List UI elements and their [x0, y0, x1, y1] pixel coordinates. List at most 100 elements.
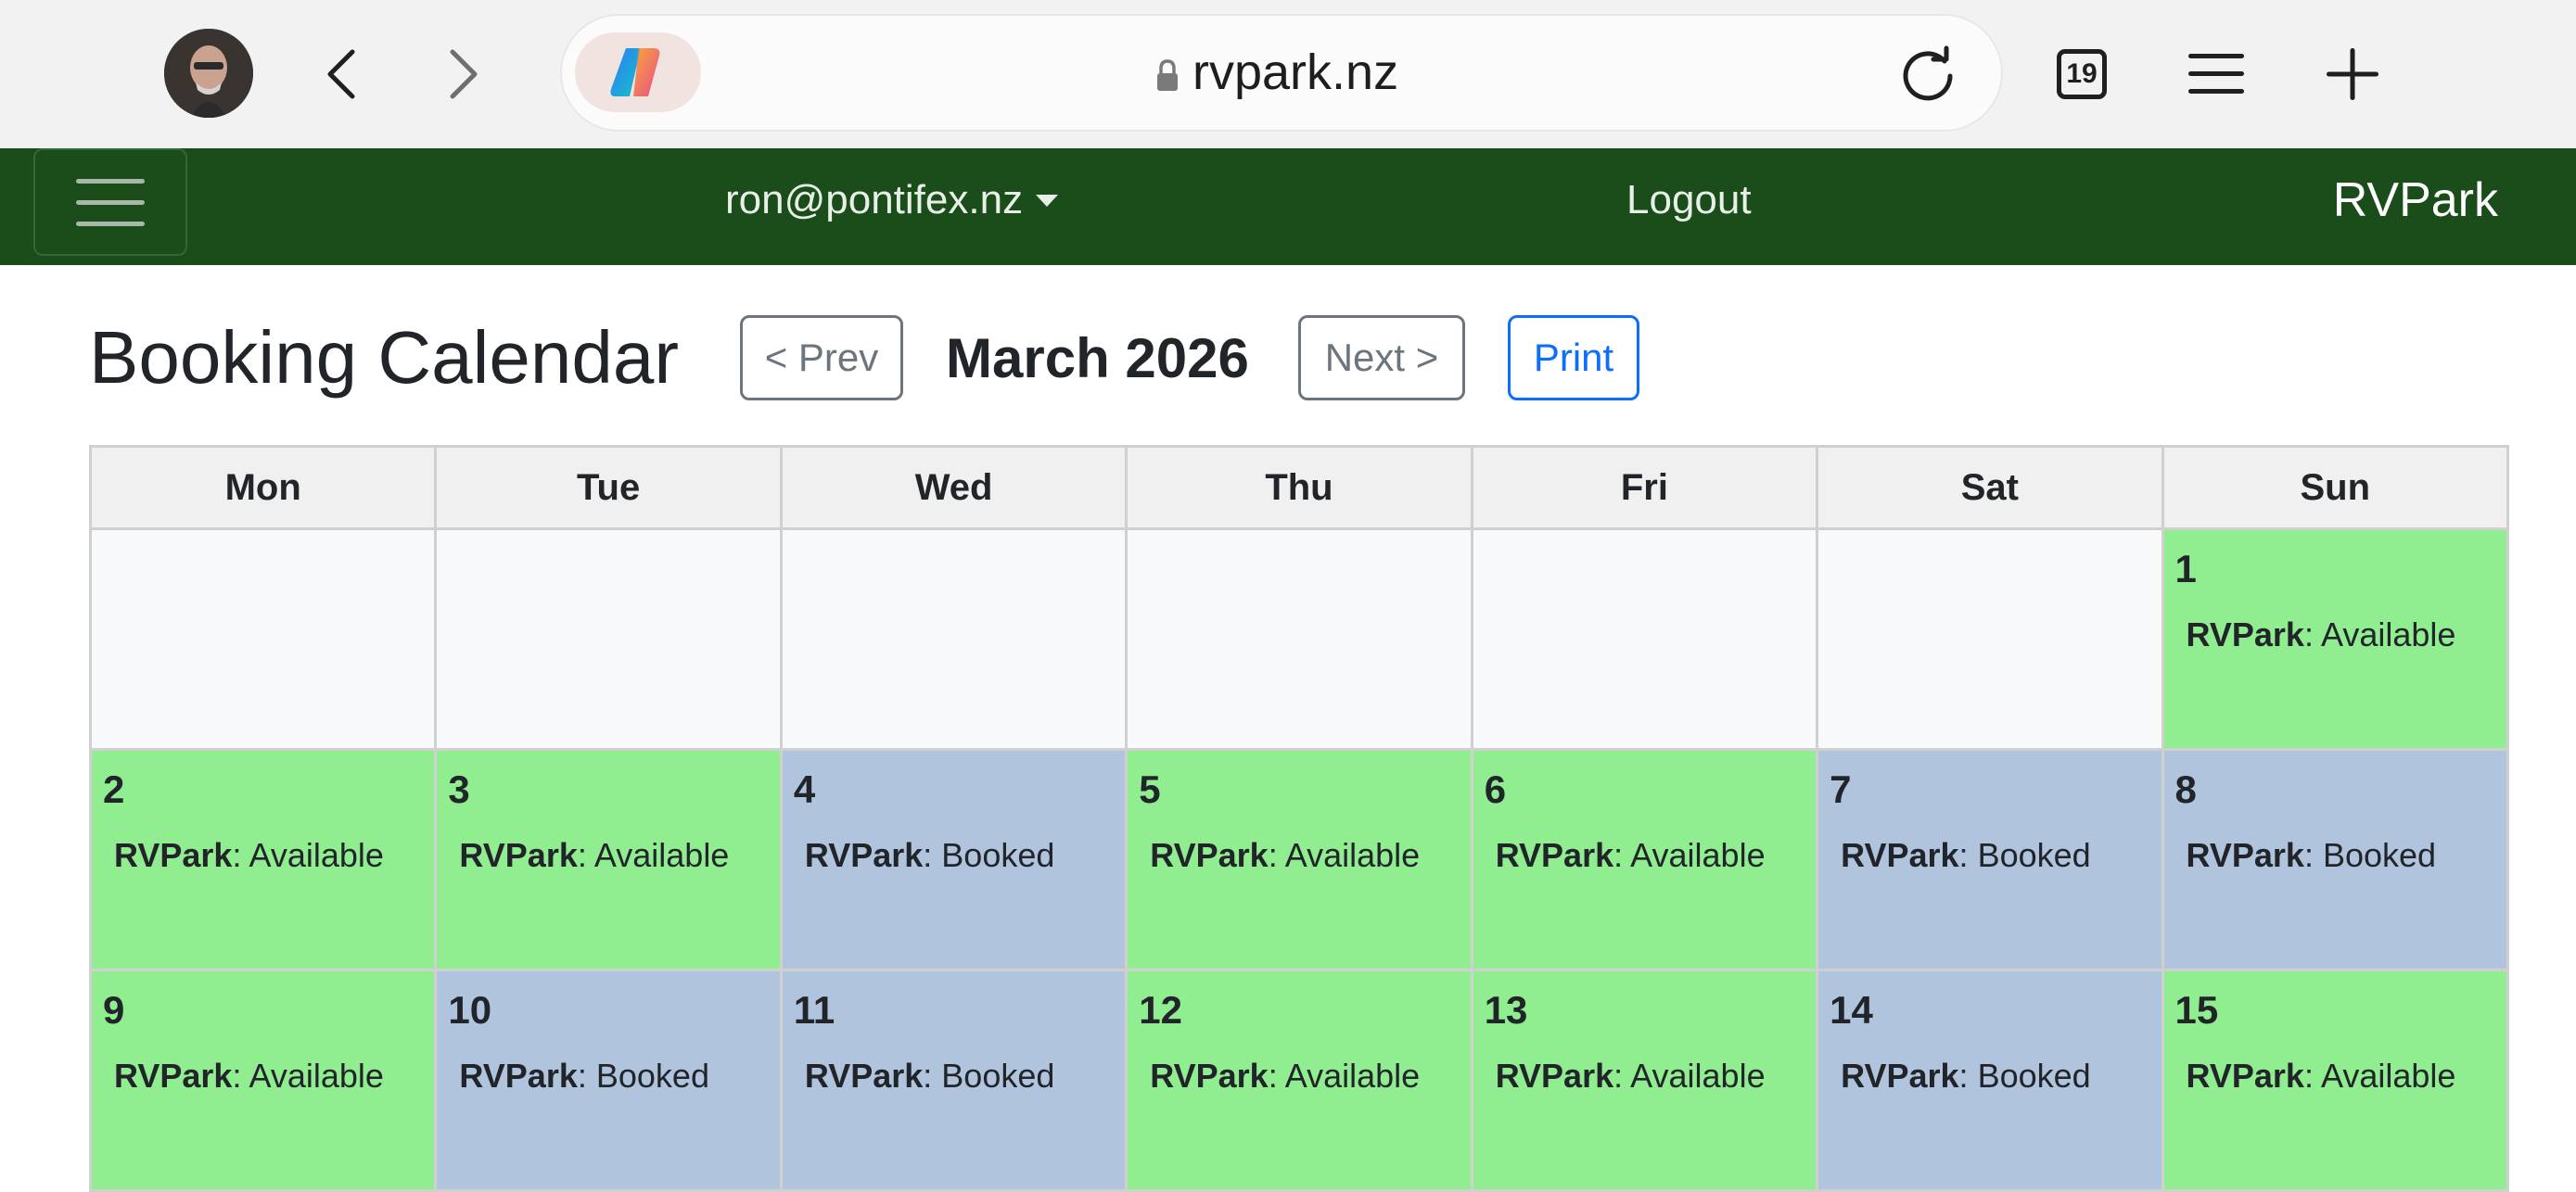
user-dropdown[interactable]: ron@pontifex.nz: [725, 148, 1059, 252]
site-name: RVPark: [1150, 836, 1269, 874]
status-text: Booked: [595, 1057, 709, 1095]
site-name: RVPark: [1495, 836, 1614, 874]
calendar-day-cell[interactable]: 4 RVPark: Booked: [779, 748, 1129, 971]
status-separator: :: [232, 836, 249, 874]
status-separator: :: [232, 1057, 249, 1095]
site-name: RVPark: [804, 1057, 924, 1095]
status-separator: :: [1613, 1057, 1631, 1095]
site-name: RVPark: [1841, 1057, 1959, 1095]
reload-icon: [1903, 45, 1953, 101]
weekday-header: Thu: [1125, 445, 1473, 530]
site-name: RVPark: [1150, 1057, 1269, 1095]
booking-calendar: Mon Tue Wed Thu Fri Sat Sun 1 RVPark: Ava…: [88, 445, 2510, 1192]
calendar-empty-cell: [779, 527, 1129, 751]
status-text: Booked: [941, 836, 1055, 874]
booking-status: RVPark: Available: [1150, 1057, 1420, 1096]
address-bar[interactable]: rvpark.nz: [560, 14, 2003, 132]
booking-status: RVPark: Available: [114, 1057, 384, 1096]
status-text: Available: [593, 836, 730, 874]
browser-menu-button[interactable]: [2187, 46, 2246, 102]
booking-status: RVPark: Booked: [2187, 836, 2437, 875]
status-separator: :: [2303, 1057, 2321, 1095]
calendar-day-cell[interactable]: 10 RVPark: Booked: [434, 969, 783, 1192]
url-text[interactable]: rvpark.nz: [1192, 40, 1398, 105]
day-number: 1: [2174, 547, 2197, 590]
day-number: 2: [103, 767, 125, 811]
status-text: Available: [2321, 615, 2456, 653]
site-navbar: ron@pontifex.nz Logout RVPark: [0, 148, 2576, 265]
brand-link[interactable]: RVPark: [2333, 148, 2498, 252]
day-number: 13: [1484, 988, 1528, 1032]
next-month-button[interactable]: Next >: [1298, 315, 1465, 400]
calendar-day-cell[interactable]: 5 RVPark: Available: [1125, 748, 1473, 971]
day-number: 8: [2174, 767, 2197, 811]
calendar-day-cell[interactable]: 6 RVPark: Available: [1470, 748, 1819, 971]
day-number: 9: [103, 988, 125, 1032]
status-text: Available: [1630, 1057, 1766, 1095]
plus-icon: [2327, 48, 2378, 100]
day-number: 10: [448, 988, 492, 1032]
calendar-day-cell[interactable]: 9 RVPark: Available: [88, 969, 438, 1192]
logout-link[interactable]: Logout: [1626, 148, 1752, 252]
day-number: 15: [2174, 988, 2219, 1032]
calendar-day-cell[interactable]: 11 RVPark: Booked: [779, 969, 1129, 1192]
booking-status: RVPark: Available: [2187, 615, 2456, 654]
calendar-day-cell[interactable]: 1 RVPark: Available: [2161, 527, 2510, 751]
calendar-empty-cell: [1470, 527, 1819, 751]
forward-button[interactable]: [438, 43, 490, 106]
profile-photo-icon: [164, 29, 253, 118]
prev-month-button[interactable]: < Prev: [740, 315, 903, 400]
site-name: RVPark: [2186, 1057, 2304, 1095]
status-text: Booked: [1977, 836, 2091, 874]
booking-status: RVPark: Available: [1496, 836, 1766, 875]
calendar-day-cell[interactable]: 7 RVPark: Booked: [1816, 748, 2164, 971]
tabs-button[interactable]: 19: [2057, 49, 2107, 99]
site-name: RVPark: [2186, 615, 2304, 653]
print-button[interactable]: Print: [1508, 315, 1639, 400]
site-name: RVPark: [804, 836, 924, 874]
calendar-day-cell[interactable]: 15 RVPark: Available: [2161, 969, 2510, 1192]
booking-status: RVPark: Available: [1496, 1057, 1766, 1096]
calendar-day-cell[interactable]: 2 RVPark: Available: [88, 748, 438, 971]
new-tab-button[interactable]: [2323, 44, 2382, 104]
chevron-left-icon: [327, 49, 355, 99]
copilot-logo-icon: [610, 48, 660, 96]
day-number: 6: [1484, 767, 1507, 811]
copilot-button[interactable]: [575, 32, 701, 112]
day-number: 11: [793, 988, 835, 1032]
back-button[interactable]: [315, 43, 367, 106]
day-number: 5: [1139, 767, 1161, 811]
weekday-header: Tue: [434, 445, 783, 530]
weekday-header: Sun: [2161, 445, 2510, 530]
caret-down-icon: [1036, 194, 1059, 207]
calendar-day-cell[interactable]: 13 RVPark: Available: [1470, 969, 1819, 1192]
day-number: 12: [1139, 988, 1182, 1032]
status-text: Available: [1630, 836, 1766, 874]
status-separator: :: [2303, 615, 2321, 653]
booking-status: RVPark: Available: [114, 836, 384, 875]
calendar-day-cell[interactable]: 8 RVPark: Booked: [2161, 748, 2510, 971]
reload-button[interactable]: [1895, 42, 1960, 107]
booking-status: RVPark: Booked: [459, 1057, 709, 1096]
profile-avatar[interactable]: [164, 29, 253, 118]
day-number: 7: [1830, 767, 1852, 811]
booking-status: RVPark: Available: [459, 836, 729, 875]
status-separator: :: [1268, 1057, 1285, 1095]
user-email: ron@pontifex.nz: [725, 177, 1024, 222]
hamburger-menu-icon: [2188, 54, 2244, 94]
calendar-day-cell[interactable]: 3 RVPark: Available: [434, 748, 783, 971]
calendar-empty-cell: [88, 527, 438, 751]
status-separator: :: [923, 836, 942, 874]
booking-status: RVPark: Booked: [1841, 836, 2091, 875]
chevron-right-icon: [450, 49, 478, 99]
calendar-day-cell[interactable]: 12 RVPark: Available: [1125, 969, 1473, 1192]
navbar-toggle-button[interactable]: [33, 148, 187, 256]
booking-status: RVPark: Available: [1150, 836, 1420, 875]
calendar-empty-cell: [1816, 527, 2164, 751]
status-text: Available: [1284, 836, 1421, 874]
hamburger-line-icon: [76, 199, 145, 205]
site-name: RVPark: [114, 836, 233, 874]
page-title: Booking Calendar: [89, 316, 679, 399]
hamburger-line-icon: [76, 221, 145, 226]
calendar-day-cell[interactable]: 14 RVPark: Booked: [1816, 969, 2164, 1192]
